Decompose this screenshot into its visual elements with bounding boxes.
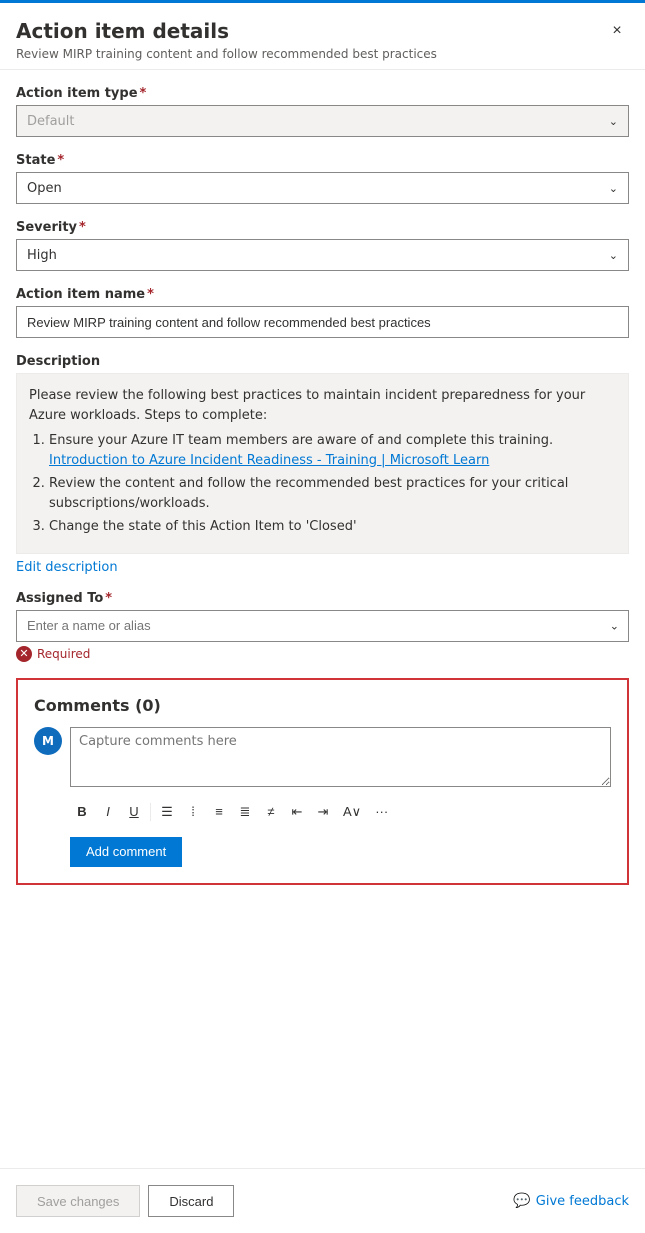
description-label: Description — [16, 354, 629, 369]
assigned-to-wrapper: ⌄ — [16, 610, 629, 642]
comment-textarea[interactable] — [70, 727, 611, 787]
save-changes-button[interactable]: Save changes — [16, 1185, 140, 1217]
action-item-type-field: Action item type* Default ⌄ — [16, 86, 629, 137]
font-size-button[interactable]: A∨ — [337, 799, 367, 825]
training-link[interactable]: Introduction to Azure Incident Readiness… — [49, 453, 489, 468]
close-button[interactable]: × — [603, 17, 631, 45]
toolbar-separator — [150, 803, 151, 821]
state-field: State* Open ⌄ — [16, 153, 629, 204]
panel-title: Action item details — [16, 19, 629, 43]
chevron-down-icon: ⌄ — [609, 182, 618, 195]
list-item: Change the state of this Action Item to … — [49, 517, 616, 537]
feedback-icon: 💬 — [513, 1193, 530, 1209]
action-item-name-input[interactable] — [16, 306, 629, 338]
comment-toolbar: B I U ☰ ⁞ ≡ ≣ ≠ ⇤ ⇥ A∨ ··· — [70, 795, 611, 829]
list-item: Ensure your Azure IT team members are aw… — [49, 431, 616, 470]
severity-dropdown[interactable]: High ⌄ — [16, 239, 629, 271]
state-label: State* — [16, 153, 629, 168]
required-error: ✕ Required — [16, 646, 629, 662]
state-dropdown[interactable]: Open ⌄ — [16, 172, 629, 204]
outdent-button[interactable]: ⇤ — [285, 799, 309, 825]
severity-field: Severity* High ⌄ — [16, 220, 629, 271]
edit-description-link[interactable]: Edit description — [16, 560, 118, 575]
action-item-type-label: Action item type* — [16, 86, 629, 101]
assigned-to-label: Assigned To* — [16, 591, 629, 606]
bold-button[interactable]: B — [70, 799, 94, 825]
action-item-details-panel: Action item details Review MIRP training… — [0, 0, 645, 1233]
avatar: M — [34, 727, 62, 755]
action-item-name-field: Action item name* — [16, 287, 629, 338]
align-right-button[interactable]: ≣ — [233, 799, 257, 825]
italic-button[interactable]: I — [96, 799, 120, 825]
give-feedback-link[interactable]: 💬 Give feedback — [513, 1193, 629, 1209]
align-bullets-button[interactable]: ⁞ — [181, 799, 205, 825]
align-center-button[interactable]: ≡ — [207, 799, 231, 825]
chevron-down-icon: ⌄ — [609, 249, 618, 262]
severity-label: Severity* — [16, 220, 629, 235]
comment-input-row: M — [34, 727, 611, 787]
action-item-name-label: Action item name* — [16, 287, 629, 302]
error-icon: ✕ — [16, 646, 32, 662]
align-justify-button[interactable]: ≠ — [259, 799, 283, 825]
indent-button[interactable]: ⇥ — [311, 799, 335, 825]
description-content: Please review the following best practic… — [16, 373, 629, 554]
panel-footer: Save changes Discard 💬 Give feedback — [0, 1168, 645, 1233]
discard-button[interactable]: Discard — [148, 1185, 234, 1217]
description-field: Description Please review the following … — [16, 354, 629, 575]
align-left-button[interactable]: ☰ — [155, 799, 179, 825]
comments-section: Comments (0) M B I U ☰ ⁞ ≡ ≣ ≠ ⇤ ⇥ A∨ ··… — [16, 678, 629, 885]
add-comment-button[interactable]: Add comment — [70, 837, 182, 867]
panel-subtitle: Review MIRP training content and follow … — [16, 47, 629, 61]
assigned-to-input[interactable] — [16, 610, 629, 642]
chevron-down-icon: ⌄ — [609, 115, 618, 128]
underline-button[interactable]: U — [122, 799, 146, 825]
assigned-to-field: Assigned To* ⌄ ✕ Required — [16, 591, 629, 662]
list-item: Review the content and follow the recomm… — [49, 474, 616, 513]
panel-content: Action item type* Default ⌄ State* Open … — [0, 70, 645, 1168]
panel-header: Action item details Review MIRP training… — [0, 3, 645, 70]
comments-title: Comments (0) — [34, 696, 611, 715]
more-options-button[interactable]: ··· — [369, 799, 394, 825]
action-item-type-dropdown: Default ⌄ — [16, 105, 629, 137]
